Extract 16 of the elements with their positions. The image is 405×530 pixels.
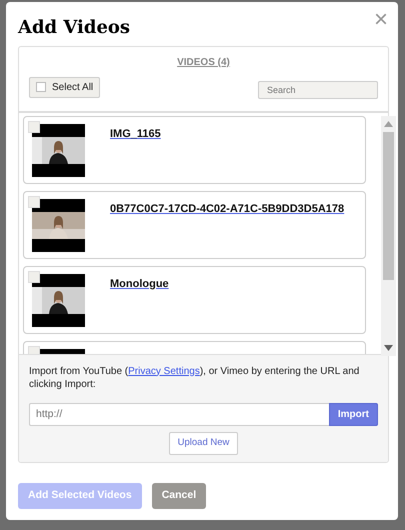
select-all-label: Select All: [52, 80, 94, 95]
video-title-link[interactable]: 0B77C0C7-17CD-4C02-A71C-5B9DD3D5A178: [110, 200, 344, 258]
import-button[interactable]: Import: [328, 402, 378, 426]
video-card[interactable]: Monologue: [23, 266, 366, 334]
import-instructions: Import from YouTube (Privacy Settings), or Vimeo by entering the URL and clicking Import:: [29, 364, 360, 392]
video-title-link[interactable]: Monologue: [110, 276, 169, 333]
upload-new-button[interactable]: Upload New: [168, 432, 238, 455]
videos-heading[interactable]: VIDEOS (4): [19, 54, 388, 70]
video-title-link[interactable]: IMG_1165: [110, 126, 161, 183]
video-card[interactable]: IMG_1165: [23, 116, 366, 184]
privacy-settings-link[interactable]: Privacy Settings: [128, 366, 200, 377]
url-field[interactable]: http://: [29, 402, 329, 426]
select-all-button[interactable]: Select All: [29, 76, 100, 98]
dialog-title: Add Videos: [18, 17, 130, 39]
search-field[interactable]: Search: [258, 80, 378, 99]
video-card[interactable]: 0B77C0C7-17CD-4C02-A71C-5B9DD3D5A178: [23, 190, 366, 259]
